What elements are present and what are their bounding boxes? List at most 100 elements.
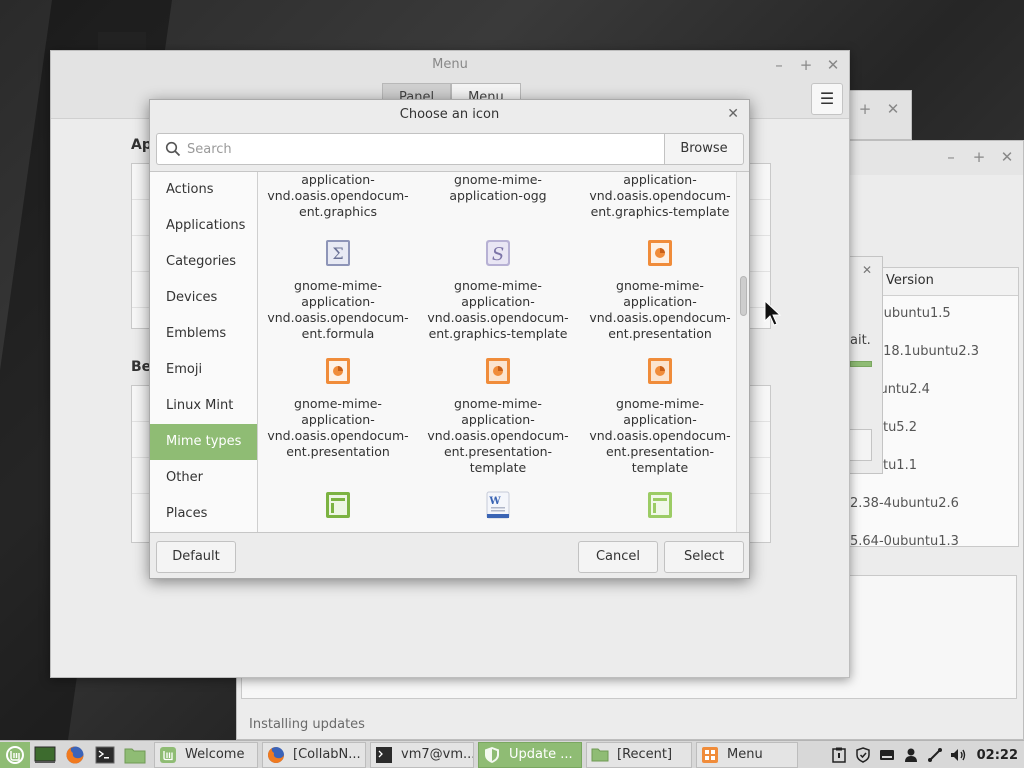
clock[interactable]: 02:22	[971, 748, 1024, 763]
taskbar-window-label: [Recent]	[617, 747, 673, 762]
close-icon[interactable]: ✕	[885, 101, 901, 117]
category-item-emblems[interactable]: Emblems	[150, 316, 257, 352]
taskbar-window-label: Welcome	[185, 747, 245, 762]
icon-grid-scrollbar[interactable]	[736, 172, 749, 532]
window-title: Menu	[432, 57, 468, 72]
taskbar: Welcome [CollabN... vm7@vm... Update ...…	[0, 740, 1024, 768]
progress-dialog: ✕ ait.	[849, 256, 883, 474]
progress-text: ait.	[850, 333, 871, 348]
default-button[interactable]: Default	[156, 541, 236, 573]
presentation-doc-icon	[648, 240, 672, 266]
close-icon[interactable]: ✕	[825, 57, 841, 73]
firefox-icon	[66, 746, 84, 763]
icon-grid-item[interactable]: gnome-mime- application- vnd.oasis.opend…	[580, 356, 736, 476]
system-tray: 02:22	[827, 741, 1024, 768]
icon-grid-item[interactable]: S gnome-mime- application- vnd.oasis.ope…	[418, 238, 578, 342]
progress-button[interactable]	[850, 429, 872, 461]
maximize-icon[interactable]: +	[971, 149, 987, 165]
minimize-icon[interactable]: –	[943, 149, 959, 165]
icon-grid-item[interactable]: application- vnd.oasis.opendocum- ent.gr…	[258, 172, 418, 220]
browse-button[interactable]: Browse	[664, 133, 744, 165]
dialog-titlebar: Choose an icon ✕	[150, 100, 749, 130]
icon-grid-item[interactable]: gnome-mime- application- vnd.oasis.opend…	[580, 238, 736, 342]
category-item-categories[interactable]: Categories	[150, 244, 257, 280]
terminal-launcher[interactable]	[90, 742, 120, 768]
version-cell: 5.64-0ubuntu1.3	[850, 534, 959, 547]
minimize-icon[interactable]: –	[771, 57, 787, 73]
keyboard-icon[interactable]	[875, 745, 899, 765]
category-item-places[interactable]: Places	[150, 496, 257, 532]
icon-label: gnome-mime- application- vnd.oasis.opend…	[589, 278, 731, 341]
icon-grid: application- vnd.oasis.opendocum- ent.gr…	[258, 172, 736, 532]
taskbar-window-label: Update ...	[509, 747, 573, 762]
taskbar-window-recent[interactable]: [Recent]	[586, 741, 692, 768]
svg-text:S: S	[492, 244, 504, 265]
icon-label: gnome-mime	[580, 530, 736, 532]
icon-grid-item[interactable]: gnome-mime- application- vnd.oasis.opend…	[418, 356, 578, 476]
volume-icon[interactable]	[947, 745, 971, 765]
hamburger-menu-icon[interactable]: ☰	[811, 83, 843, 115]
select-button[interactable]: Select	[664, 541, 744, 573]
category-item-devices[interactable]: Devices	[150, 280, 257, 316]
dialog-title: Choose an icon	[399, 107, 500, 122]
show-desktop-button[interactable]	[30, 742, 60, 768]
category-item-other[interactable]: Other	[150, 460, 257, 496]
taskbar-window-welcome[interactable]: Welcome	[154, 741, 258, 768]
folder-icon	[591, 748, 609, 761]
category-item-linux-mint[interactable]: Linux Mint	[150, 388, 257, 424]
presentation-doc-icon	[326, 358, 350, 384]
category-item-actions[interactable]: Actions	[150, 172, 257, 208]
search-field[interactable]	[156, 133, 664, 165]
dialog-content: Actions Applications Categories Devices …	[150, 171, 749, 533]
svg-text:W: W	[488, 496, 501, 507]
icon-grid-item[interactable]: Σ gnome-mime- application- vnd.oasis.ope…	[258, 238, 418, 342]
maximize-icon[interactable]: +	[857, 101, 873, 117]
icon-grid-item[interactable]: gnome-mime- application-ogg	[418, 172, 578, 204]
category-item-mime-types[interactable]: Mime types	[150, 424, 257, 460]
progress-bar	[850, 361, 872, 367]
presentation-template-icon	[648, 358, 672, 384]
icon-label: gnome-mime- application- vnd.oasis.opend…	[267, 396, 409, 459]
maximize-icon[interactable]: +	[798, 57, 814, 73]
network-icon[interactable]	[923, 745, 947, 765]
close-icon[interactable]: ✕	[862, 263, 872, 277]
icon-grid-item[interactable]	[258, 490, 418, 530]
icon-label: gnome-mime- application- vnd.oasis.opend…	[427, 278, 569, 341]
mint-menu-button[interactable]	[0, 741, 30, 768]
formula-doc-icon: Σ	[326, 240, 350, 266]
clipboard-icon[interactable]	[827, 745, 851, 765]
desktop-icon	[34, 746, 56, 763]
search-input[interactable]	[187, 141, 647, 157]
search-icon	[165, 141, 181, 157]
scrollbar-thumb[interactable]	[740, 276, 747, 316]
spreadsheet-doc-icon	[326, 492, 350, 518]
terminal-icon	[376, 746, 392, 763]
icon-label: gnome-mime- application-ogg	[449, 172, 547, 203]
taskbar-window-collabnet[interactable]: [CollabN...	[262, 741, 366, 768]
version-cell: 2.38-4ubuntu2.6	[850, 496, 959, 511]
terminal-icon	[95, 746, 115, 763]
user-icon[interactable]	[899, 745, 923, 765]
icon-grid-item[interactable]: gnome-mime	[580, 490, 736, 532]
close-icon[interactable]: ✕	[999, 149, 1015, 165]
text-doc-icon: W	[486, 491, 510, 519]
update-shield-icon[interactable]	[851, 745, 875, 765]
category-item-emoji[interactable]: Emoji	[150, 352, 257, 388]
icon-label: gnome-mime- application- vnd.oasis.opend…	[427, 396, 569, 475]
taskbar-window-update-manager[interactable]: Update ...	[478, 741, 582, 768]
folder-icon	[124, 748, 146, 763]
taskbar-window-menu[interactable]: Menu	[696, 741, 798, 768]
close-icon[interactable]: ✕	[727, 106, 739, 122]
menu-settings-icon	[702, 746, 718, 763]
category-item-applications[interactable]: Applications	[150, 208, 257, 244]
firefox-launcher[interactable]	[60, 742, 90, 768]
mouse-cursor-icon	[764, 300, 782, 326]
icon-grid-item[interactable]: gnome-mime- application- vnd.oasis.opend…	[258, 356, 418, 460]
icon-grid-item[interactable]: application- vnd.oasis.opendocum- ent.gr…	[580, 172, 736, 220]
cancel-button[interactable]: Cancel	[578, 541, 658, 573]
taskbar-window-terminal[interactable]: vm7@vm...	[370, 741, 474, 768]
taskbar-window-label: vm7@vm...	[401, 747, 474, 762]
svg-text:Σ: Σ	[332, 244, 343, 263]
files-launcher[interactable]	[120, 742, 150, 768]
icon-grid-item[interactable]: W	[418, 490, 578, 530]
